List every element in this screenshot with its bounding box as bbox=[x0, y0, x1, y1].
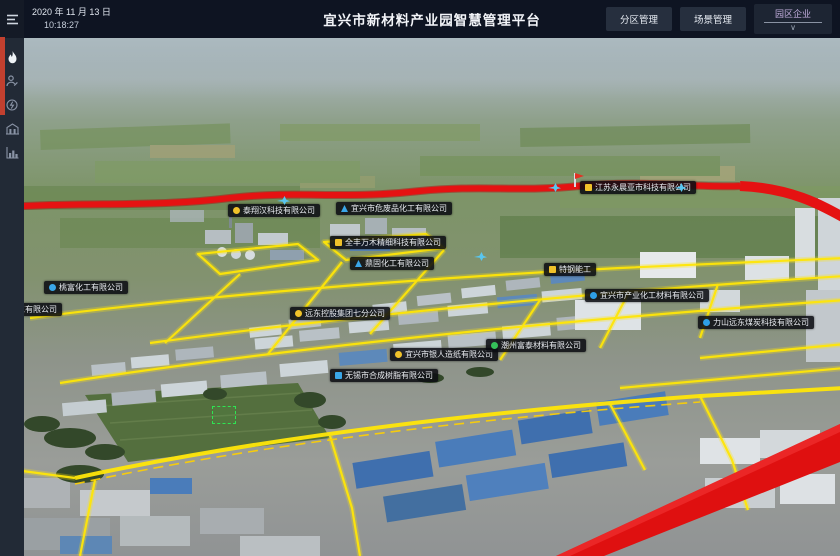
company-marker-icon bbox=[341, 205, 348, 212]
company-label-text: 宜兴市危废品化工有限公司 bbox=[351, 205, 447, 213]
sidebar-item-fire[interactable] bbox=[5, 50, 19, 64]
company-marker-icon bbox=[295, 310, 302, 317]
map-company-label[interactable]: 远东控股集团七分公司 bbox=[290, 307, 390, 320]
app-root: 泰翔汉科技有限公司 宜兴市危废品化工有限公司全丰万木精细科技有限公司鼎固化工有限公… bbox=[0, 0, 840, 556]
park-enterprise-dropdown[interactable]: 园区企业 ∨ bbox=[754, 4, 832, 35]
company-marker-icon bbox=[590, 292, 597, 299]
topbar: 2020 年 11 月 13 日 10:18:27 宜兴市新材料产业园智慧管理平… bbox=[24, 0, 840, 38]
topbar-actions: 分区管理 场景管理 园区企业 ∨ bbox=[606, 4, 840, 35]
map-company-label[interactable]: 鼎固化工有限公司 bbox=[350, 257, 434, 270]
company-label-text: 潮州富泰材料有限公司 bbox=[501, 342, 581, 350]
scene-manage-button[interactable]: 场景管理 bbox=[680, 7, 746, 31]
plane-marker-icon[interactable] bbox=[474, 252, 487, 261]
sidebar-item-person[interactable] bbox=[5, 74, 19, 88]
map-company-label[interactable]: 宜兴市产业化工材料有限公司 bbox=[585, 289, 709, 302]
plane-marker-icon[interactable] bbox=[548, 183, 561, 192]
fire-icon bbox=[7, 51, 18, 64]
map-company-label[interactable]: 无锡市合成树脂有限公司 bbox=[330, 369, 438, 382]
map-company-label[interactable]: 宜兴市银人造纸有限公司 bbox=[390, 348, 498, 361]
company-label-text: 鼎固化工有限公司 bbox=[365, 260, 429, 268]
person-icon bbox=[6, 75, 18, 87]
sidebar-item-power[interactable] bbox=[5, 98, 19, 112]
zone-manage-button[interactable]: 分区管理 bbox=[606, 7, 672, 31]
company-marker-icon bbox=[335, 372, 342, 379]
sidebar bbox=[0, 0, 24, 556]
company-marker-icon bbox=[491, 342, 498, 349]
chart-icon bbox=[6, 147, 19, 159]
factory-icon bbox=[6, 123, 19, 135]
company-marker-icon bbox=[355, 260, 362, 267]
map-company-label[interactable]: 宜兴市危废品化工有限公司 bbox=[336, 202, 452, 215]
company-label-text: 力山远东煤炭科技有限公司 bbox=[713, 319, 809, 327]
map-company-label[interactable]: 潮州富泰材料有限公司 bbox=[486, 339, 586, 352]
company-label-text: 桃富化工有限公司 bbox=[59, 284, 123, 292]
map-company-label[interactable]: 泰翔汉科技有限公司 bbox=[228, 204, 320, 217]
menu-icon bbox=[6, 14, 19, 25]
power-icon bbox=[6, 99, 18, 111]
company-label-text: 无锡市合成树脂有限公司 bbox=[345, 372, 433, 380]
datetime-block: 2020 年 11 月 13 日 10:18:27 bbox=[32, 6, 111, 33]
map-overlay: 泰翔汉科技有限公司 宜兴市危废品化工有限公司全丰万木精细科技有限公司鼎固化工有限公… bbox=[0, 38, 840, 556]
menu-button[interactable] bbox=[0, 0, 24, 38]
company-marker-icon bbox=[703, 319, 710, 326]
sidebar-accent-bar bbox=[0, 37, 5, 115]
map-company-label[interactable]: 桃富化工有限公司 bbox=[44, 281, 128, 294]
map-company-label[interactable]: 特钢能工 bbox=[544, 263, 596, 276]
map-company-label[interactable]: 全丰万木精细科技有限公司 bbox=[330, 236, 446, 249]
company-label-text: 泰翔汉科技有限公司 bbox=[243, 207, 315, 215]
company-label-text: 特钢能工 bbox=[559, 266, 591, 274]
company-marker-icon bbox=[549, 266, 556, 273]
sidebar-item-chart[interactable] bbox=[5, 146, 19, 160]
sidebar-item-factory[interactable] bbox=[5, 122, 19, 136]
map-company-label[interactable]: 力山远东煤炭科技有限公司 bbox=[698, 316, 814, 329]
dropdown-label: 园区企业 bbox=[764, 7, 822, 23]
date-text: 2020 年 11 月 13 日 bbox=[32, 6, 111, 20]
company-label-text: 宜兴市银人造纸有限公司 bbox=[405, 351, 493, 359]
company-marker-icon bbox=[233, 207, 240, 214]
time-text: 10:18:27 bbox=[32, 19, 111, 33]
flag-marker-icon bbox=[574, 173, 584, 187]
company-label-text: 宜兴市产业化工材料有限公司 bbox=[600, 292, 704, 300]
company-marker-icon bbox=[335, 239, 342, 246]
map-selection-box[interactable] bbox=[212, 406, 236, 424]
company-marker-icon bbox=[395, 351, 402, 358]
company-marker-icon bbox=[49, 284, 56, 291]
company-marker-icon bbox=[585, 184, 592, 191]
chevron-down-icon: ∨ bbox=[790, 23, 796, 33]
company-label-text: 全丰万木精细科技有限公司 bbox=[345, 239, 441, 247]
company-label-text: 远东控股集团七分公司 bbox=[305, 310, 385, 318]
